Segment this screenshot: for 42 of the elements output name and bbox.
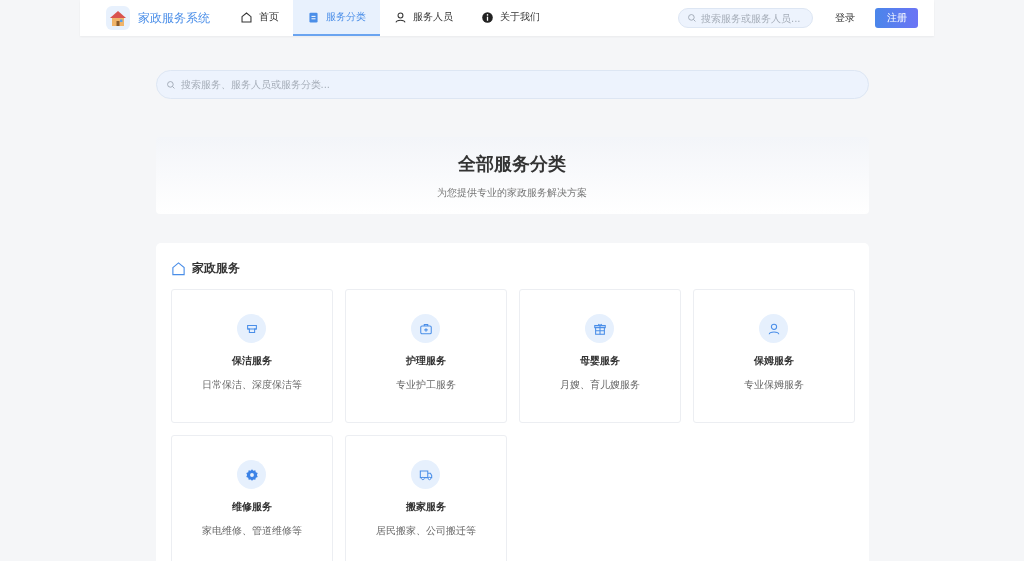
gear-icon: [244, 467, 259, 482]
section-title: 家政服务: [191, 259, 240, 277]
service-card[interactable]: 保洁服务 日常保洁、深度保洁等: [170, 289, 333, 423]
service-description: 专业保姆服务: [743, 378, 804, 392]
brand-name[interactable]: 家政服务系统: [138, 9, 210, 27]
service-name: 保洁服务: [231, 354, 272, 368]
service-description: 居民搬家、公司搬迁等: [375, 524, 476, 538]
search-field[interactable]: 搜索服务、服务人员或服务分类...: [155, 70, 869, 99]
service-description: 日常保洁、深度保洁等: [201, 378, 302, 392]
nav-tab[interactable]: 关于我们: [467, 0, 554, 36]
service-name: 维修服务: [231, 500, 272, 514]
gift-icon: [592, 321, 607, 336]
service-name: 母婴服务: [579, 354, 620, 368]
search-field[interactable]: 搜索服务或服务人员...: [678, 8, 813, 28]
house-logo-icon: [106, 6, 130, 30]
service-name: 保姆服务: [753, 354, 794, 368]
user-icon: [394, 10, 407, 24]
service-description: 月嫂、育儿嫂服务: [559, 378, 640, 392]
user-icon: [766, 321, 781, 336]
service-description: 专业护工服务: [395, 378, 456, 392]
service-card[interactable]: 保姆服务 专业保姆服务: [692, 289, 855, 423]
medkit-icon: [418, 321, 433, 336]
register-button[interactable]: 注册: [875, 8, 918, 28]
clipboard-icon: [307, 10, 320, 24]
service-card[interactable]: 搬家服务 居民搬家、公司搬迁等: [344, 435, 507, 561]
nav-tab[interactable]: 首页: [226, 0, 293, 36]
home-icon: [240, 10, 253, 24]
login-button[interactable]: 登录: [829, 7, 861, 29]
service-card[interactable]: 护理服务 专业护工服务: [344, 289, 507, 423]
service-name: 搬家服务: [405, 500, 446, 514]
service-card[interactable]: 母婴服务 月嫂、育儿嫂服务: [518, 289, 681, 423]
page-title: 全部服务分类: [458, 151, 566, 176]
info-icon: [481, 10, 494, 24]
nav-tab[interactable]: 服务人员: [380, 0, 467, 36]
search-icon: [165, 79, 176, 90]
service-description: 家电维修、管道维修等: [201, 524, 302, 538]
page-subtitle: 为您提供专业的家政服务解决方案: [437, 185, 587, 200]
service-card[interactable]: 维修服务 家电维修、管道维修等: [170, 435, 333, 561]
home-icon: [170, 260, 186, 276]
truck-icon: [418, 467, 433, 482]
search-icon: [687, 13, 697, 23]
service-name: 护理服务: [405, 354, 446, 368]
